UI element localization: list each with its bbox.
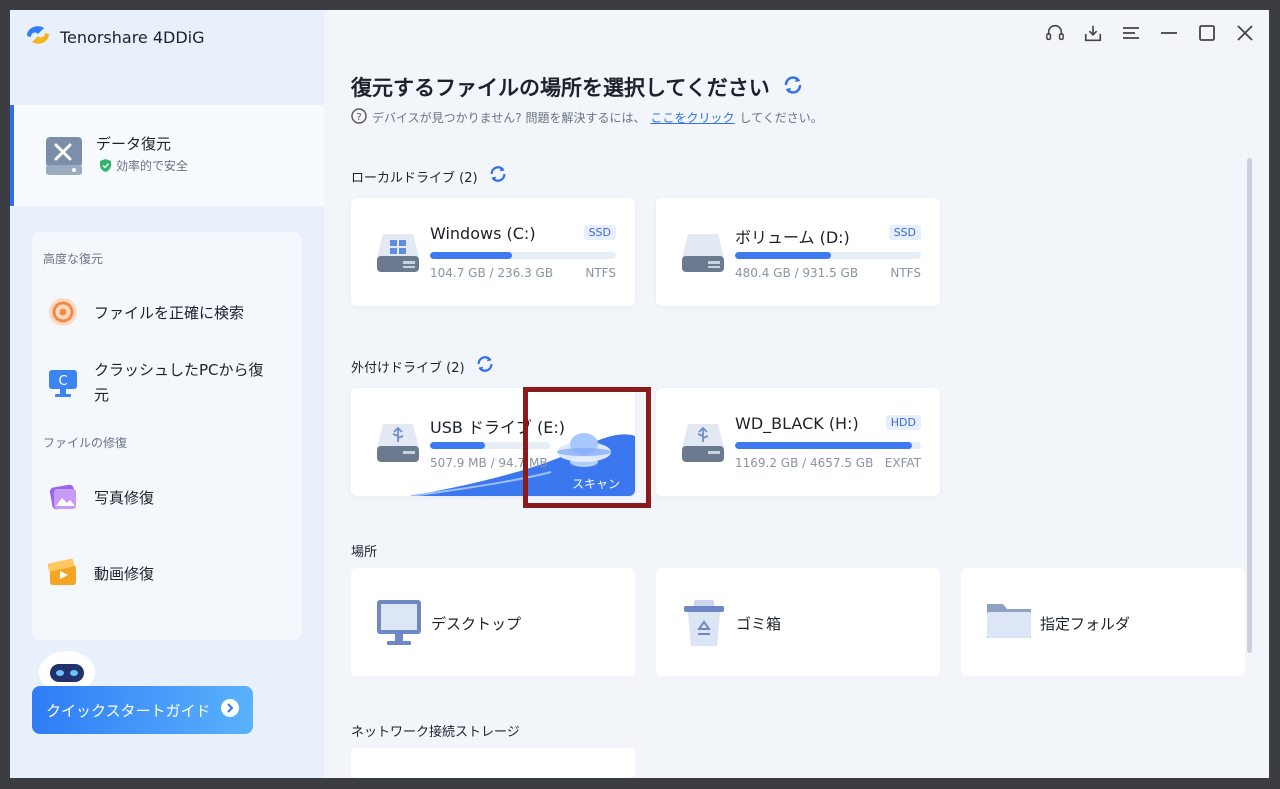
network-storage-header: ネットワーク接続ストレージ <box>351 721 520 740</box>
sidebar-item-video-repair[interactable]: 動画修復 <box>46 556 154 590</box>
usage-bar-fill <box>735 252 831 259</box>
drive-type-badge: HDD <box>885 415 921 430</box>
drive-card-d[interactable]: ボリューム (D:) SSD 480.4 GB / 931.5 GB NTFS <box>656 198 940 306</box>
drive-filesystem: NTFS <box>890 266 921 280</box>
locations-title: 場所 <box>351 545 378 560</box>
nav-data-recovery-subtitle: 効率的で安全 <box>100 157 188 174</box>
external-drives-title: 外付けドライブ (2) <box>351 360 465 376</box>
page-title: 復元するファイルの場所を選択してください <box>351 72 804 102</box>
usage-bar-fill <box>430 442 486 449</box>
maximize-icon[interactable] <box>1197 22 1217 44</box>
drive-type-badge: SSD <box>888 225 921 240</box>
minimize-icon[interactable] <box>1159 22 1179 44</box>
usage-bar <box>735 252 921 259</box>
sidebar: Tenorshare 4DDiG データ復元 効率的で安全 高度な復元 ファイル… <box>10 10 324 778</box>
usb-drive-icon <box>375 418 421 470</box>
refresh-icon[interactable] <box>782 74 804 101</box>
svg-text:C: C <box>58 374 67 389</box>
sidebar-item-label: 動画修復 <box>94 564 155 583</box>
recycle-bin-icon <box>680 598 728 654</box>
network-storage-title: ネットワーク接続ストレージ <box>351 725 520 740</box>
location-recycle-bin[interactable]: ゴミ箱 <box>656 568 940 676</box>
headset-support-icon[interactable] <box>1045 22 1065 44</box>
drive-size: 104.7 GB / 236.3 GB <box>430 266 554 280</box>
section-advanced-recovery: 高度な復元 <box>43 252 104 266</box>
location-desktop[interactable]: デスクトップ <box>351 568 635 676</box>
nav-data-recovery[interactable]: データ復元 効率的で安全 <box>10 105 324 206</box>
hard-drive-icon <box>680 228 726 280</box>
help-prefix: デバイスが見つかりません? 問題を解決するには、 <box>372 111 646 125</box>
usb-drive-icon <box>680 418 726 470</box>
drive-card-h[interactable]: WD_BLACK (H:) HDD 1169.2 GB / 4657.5 GB … <box>656 388 940 496</box>
help-line: ? デバイスが見つかりません? 問題を解決するには、 ここをクリック してください。 <box>351 108 823 127</box>
sidebar-item-label: クラッシュしたPCから復 元 <box>94 358 264 408</box>
drive-name: Windows (C:) <box>430 224 536 243</box>
location-label: ゴミ箱 <box>736 615 782 633</box>
main-content: 復元するファイルの場所を選択してください ? デバイスが見つかりません? 問題を… <box>324 10 1269 778</box>
location-select-folder[interactable]: 指定フォルダ <box>961 568 1245 676</box>
photo-repair-icon <box>46 480 80 514</box>
shield-check-icon <box>100 159 111 172</box>
locations-header: 場所 <box>351 541 377 560</box>
drive-filesystem: EXFAT <box>884 456 921 470</box>
arrow-right-circle-icon <box>220 699 239 721</box>
refresh-external-icon[interactable] <box>475 354 495 378</box>
drive-card-c[interactable]: Windows (C:) SSD 104.7 GB / 236.3 GB NTF… <box>351 198 635 306</box>
usage-bar-fill <box>430 252 513 259</box>
folder-icon <box>985 598 1033 646</box>
scrollbar[interactable] <box>1247 158 1252 653</box>
help-suffix: してください。 <box>739 111 823 125</box>
drive-size: 480.4 GB / 931.5 GB <box>735 266 859 280</box>
local-drives-header: ローカルドライブ (2) <box>351 164 508 188</box>
usage-bar-fill <box>735 442 912 449</box>
sidebar-item-label-line2: 元 <box>94 386 110 404</box>
guide-button-label: クイックスタートガイド <box>46 701 211 720</box>
data-recovery-icon <box>44 135 84 181</box>
refresh-local-icon[interactable] <box>488 164 508 188</box>
close-icon[interactable] <box>1235 22 1255 44</box>
app-title: Tenorshare 4DDiG <box>60 27 205 47</box>
desktop-icon <box>375 598 423 652</box>
brand: Tenorshare 4DDiG <box>24 24 205 50</box>
section-file-repair: ファイルの修復 <box>43 436 128 450</box>
question-circle-icon: ? <box>351 108 367 127</box>
video-repair-icon <box>46 556 80 590</box>
network-storage-card[interactable] <box>351 748 635 778</box>
download-icon[interactable] <box>1083 22 1103 44</box>
windows-drive-icon <box>375 228 421 280</box>
sidebar-item-label: 写真修復 <box>94 488 155 507</box>
external-drives-header: 外付けドライブ (2) <box>351 354 495 378</box>
sidebar-item-label-line1: クラッシュしたPCから復 <box>94 361 264 379</box>
drive-name: ボリューム (D:) <box>735 228 850 247</box>
crashed-pc-icon: C <box>46 366 80 400</box>
location-label: 指定フォルダ <box>1040 615 1131 633</box>
subtitle-text: 効率的で安全 <box>116 159 189 173</box>
app-logo-icon <box>24 22 52 52</box>
drive-size: 1169.2 GB / 4657.5 GB <box>735 456 874 470</box>
local-drives-title: ローカルドライブ (2) <box>351 170 478 186</box>
target-search-icon <box>46 295 80 329</box>
drive-filesystem: NTFS <box>585 266 616 280</box>
usage-bar <box>735 442 921 449</box>
drive-name: WD_BLACK (H:) <box>735 414 859 433</box>
sidebar-item-label: ファイルを正確に検索 <box>94 303 245 322</box>
location-label: デスクトップ <box>431 615 522 633</box>
window-controls <box>1045 22 1255 44</box>
nav-data-recovery-label: データ復元 <box>96 135 172 153</box>
page-title-text: 復元するファイルの場所を選択してください <box>351 76 770 100</box>
sidebar-item-photo-repair[interactable]: 写真修復 <box>46 480 154 514</box>
sidebar-item-crashed-pc[interactable]: C クラッシュしたPCから復 元 <box>46 358 264 408</box>
highlight-box <box>523 387 651 508</box>
drive-type-badge: SSD <box>583 225 616 240</box>
menu-icon[interactable] <box>1121 22 1141 44</box>
quick-start-guide-button[interactable]: クイックスタートガイド <box>32 686 253 734</box>
help-link[interactable]: ここをクリック <box>650 109 734 126</box>
advanced-panel: 高度な復元 ファイルを正確に検索 C クラッシュしたPCから復 元 ファイルの修… <box>32 232 302 640</box>
sidebar-item-precise-search[interactable]: ファイルを正確に検索 <box>46 295 244 329</box>
usage-bar <box>430 252 616 259</box>
svg-text:?: ? <box>356 112 361 123</box>
